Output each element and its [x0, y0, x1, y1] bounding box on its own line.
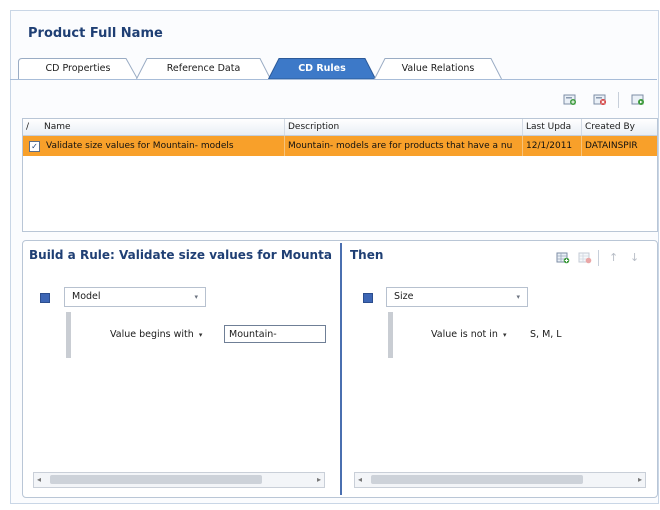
scroll-left-icon[interactable]: ◂	[358, 473, 362, 487]
if-field-dropdown[interactable]: Model ▾	[64, 287, 206, 307]
rules-table: / Name Description Last Upda Created By …	[22, 118, 658, 232]
move-down-icon[interactable]: ↓	[630, 251, 639, 264]
then-operator-label: Value is not in	[431, 329, 498, 340]
tab-label: Value Relations	[401, 63, 475, 74]
then-field-value: Size	[394, 291, 414, 302]
rules-panel: / Name Description Last Upda Created By …	[22, 88, 658, 232]
if-then-divider	[340, 243, 342, 495]
add-condition-icon[interactable]	[556, 252, 570, 264]
tab-reference-data[interactable]: Reference Data	[136, 58, 271, 79]
then-value-text: S, M, L	[530, 329, 562, 340]
chevron-down-icon: ▾	[516, 293, 520, 301]
condition-group-bracket	[388, 312, 393, 358]
tab-cd-rules[interactable]: CD Rules	[268, 58, 376, 79]
toolbar-separator	[618, 92, 619, 108]
chevron-down-icon: ▾	[502, 331, 507, 339]
tab-label: CD Rules	[298, 63, 346, 74]
scroll-right-icon[interactable]: ▸	[317, 473, 321, 487]
rule-name-cell: Validate size values for Mountain- model…	[46, 141, 234, 151]
column-header-description[interactable]: Description	[284, 119, 522, 135]
collapse-then-condition-icon[interactable]	[363, 293, 373, 303]
remove-condition-icon[interactable]	[578, 252, 592, 264]
created-by-cell: DATAINSPIR	[581, 136, 657, 156]
if-section-title: Build a Rule: Validate size values for M…	[29, 248, 332, 262]
scrollbar-thumb[interactable]	[50, 475, 262, 484]
if-horizontal-scrollbar[interactable]: ◂ ▸	[33, 472, 325, 488]
if-value-input[interactable]: Mountain-	[224, 325, 326, 343]
tab-underline	[10, 79, 657, 80]
toolbar-separator	[598, 250, 599, 266]
tab-cd-properties[interactable]: CD Properties	[18, 58, 138, 79]
column-header-created-by[interactable]: Created By	[581, 119, 655, 135]
run-rule-icon[interactable]	[631, 94, 645, 106]
rule-description-cell: Mountain- models are for products that h…	[284, 136, 522, 156]
column-header-last-updated[interactable]: Last Upda	[522, 119, 578, 135]
column-header-select[interactable]: /	[26, 119, 36, 135]
chevron-down-icon: ▾	[194, 293, 198, 301]
table-row[interactable]: ✓ Validate size values for Mountain- mod…	[23, 136, 657, 156]
table-header: / Name Description Last Upda Created By	[23, 119, 657, 136]
if-operator-label: Value begins with	[110, 329, 194, 340]
then-horizontal-scrollbar[interactable]: ◂ ▸	[354, 472, 646, 488]
tab-label: CD Properties	[45, 63, 111, 74]
page-title: Product Full Name	[28, 26, 163, 41]
then-field-dropdown[interactable]: Size ▾	[386, 287, 528, 307]
last-updated-cell: 12/1/2011	[522, 136, 578, 156]
move-up-icon[interactable]: ↑	[609, 251, 618, 264]
scrollbar-thumb[interactable]	[371, 475, 583, 484]
chevron-down-icon: ▾	[198, 331, 203, 339]
if-field-value: Model	[72, 291, 101, 302]
if-operator-dropdown[interactable]: Value begins with ▾	[110, 329, 202, 340]
condition-group-bracket	[66, 312, 71, 358]
column-header-name[interactable]: Name	[44, 119, 280, 135]
then-operator-dropdown[interactable]: Value is not in ▾	[431, 329, 506, 340]
tab-value-relations[interactable]: Value Relations	[374, 58, 502, 79]
tab-label: Reference Data	[166, 63, 241, 74]
rule-builder-panel: Build a Rule: Validate size values for M…	[22, 240, 658, 498]
collapse-if-condition-icon[interactable]	[40, 293, 50, 303]
scroll-right-icon[interactable]: ▸	[638, 473, 642, 487]
scroll-left-icon[interactable]: ◂	[37, 473, 41, 487]
delete-rule-icon[interactable]	[593, 94, 607, 106]
then-section-title: Then	[350, 248, 384, 262]
add-rule-icon[interactable]	[563, 94, 577, 106]
row-checkbox[interactable]: ✓	[29, 141, 40, 152]
